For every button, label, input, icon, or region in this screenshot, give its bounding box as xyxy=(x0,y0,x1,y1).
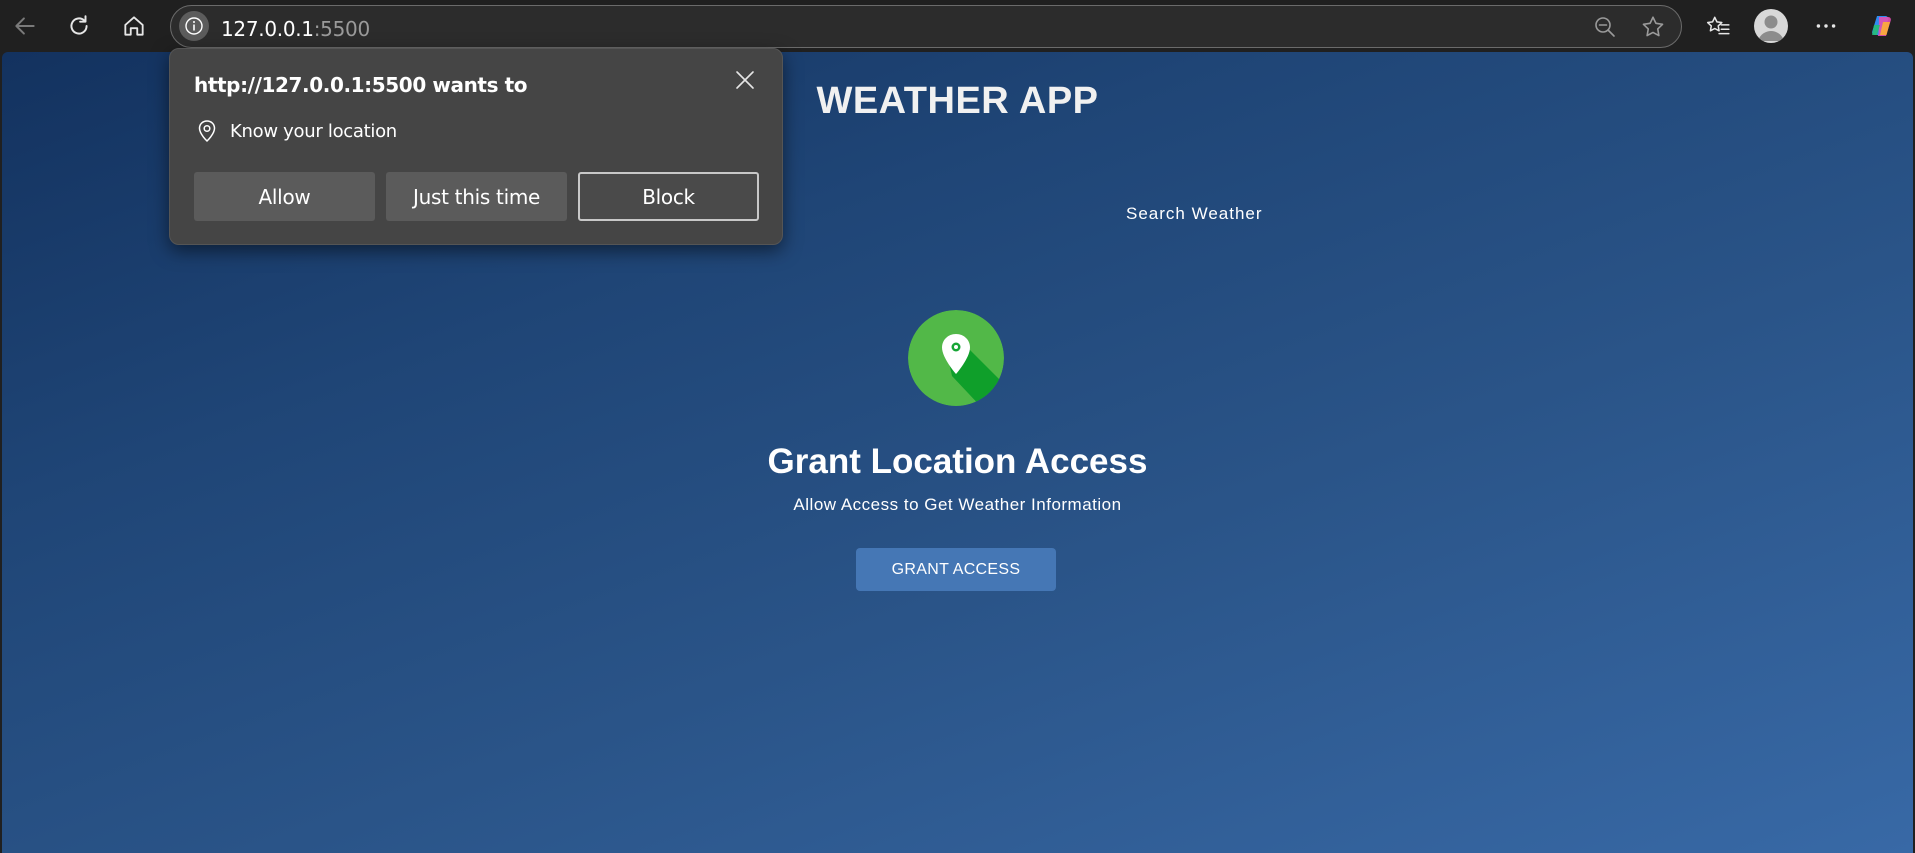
back-button[interactable] xyxy=(7,8,43,44)
allow-button[interactable]: Allow xyxy=(194,172,375,221)
favorite-button[interactable] xyxy=(1639,13,1667,41)
location-pin-icon xyxy=(908,310,1004,406)
zoom-out-button[interactable] xyxy=(1591,13,1619,41)
favorites-button[interactable] xyxy=(1700,8,1736,44)
location-permission-popup: http://127.0.0.1:5500 wants to Know your… xyxy=(169,48,783,245)
popup-title: http://127.0.0.1:5500 wants to xyxy=(194,73,528,97)
url-port: :5500 xyxy=(313,17,370,41)
address-bar[interactable]: 127.0.0.1:5500 xyxy=(170,5,1682,48)
favorite-star-icon xyxy=(1642,16,1664,37)
permission-row: Know your location xyxy=(196,119,397,143)
profile-avatar[interactable] xyxy=(1754,9,1788,43)
more-button[interactable] xyxy=(1808,8,1844,44)
popup-close-button[interactable] xyxy=(730,65,760,95)
reload-icon xyxy=(70,15,88,35)
tab-search-weather[interactable]: Search Weather xyxy=(1126,204,1263,224)
zoom-out-icon xyxy=(1595,17,1615,37)
browser-toolbar: 127.0.0.1:5500 xyxy=(0,0,1915,52)
favorites-icon xyxy=(1706,16,1730,35)
copilot-button[interactable] xyxy=(1864,8,1900,44)
copilot-icon xyxy=(1872,16,1891,36)
grant-access-button[interactable]: GRANT ACCESS xyxy=(856,548,1056,591)
just-this-time-button[interactable]: Just this time xyxy=(386,172,567,221)
site-info-button[interactable] xyxy=(179,11,209,41)
back-icon xyxy=(15,17,35,35)
site-info-icon xyxy=(185,17,203,35)
home-icon xyxy=(124,16,144,36)
url-host: 127.0.0.1 xyxy=(221,17,314,41)
reload-button[interactable] xyxy=(61,8,97,44)
close-icon xyxy=(736,71,754,89)
block-button[interactable]: Block xyxy=(578,172,759,221)
more-icon xyxy=(1816,24,1836,28)
permission-label: Know your location xyxy=(230,120,397,142)
home-button[interactable] xyxy=(116,8,152,44)
url-text: 127.0.0.1:5500 xyxy=(221,17,370,41)
grant-location-title: Grant Location Access xyxy=(767,442,1148,481)
grant-location-subtitle: Allow Access to Get Weather Information xyxy=(793,495,1122,514)
location-icon xyxy=(198,120,216,143)
